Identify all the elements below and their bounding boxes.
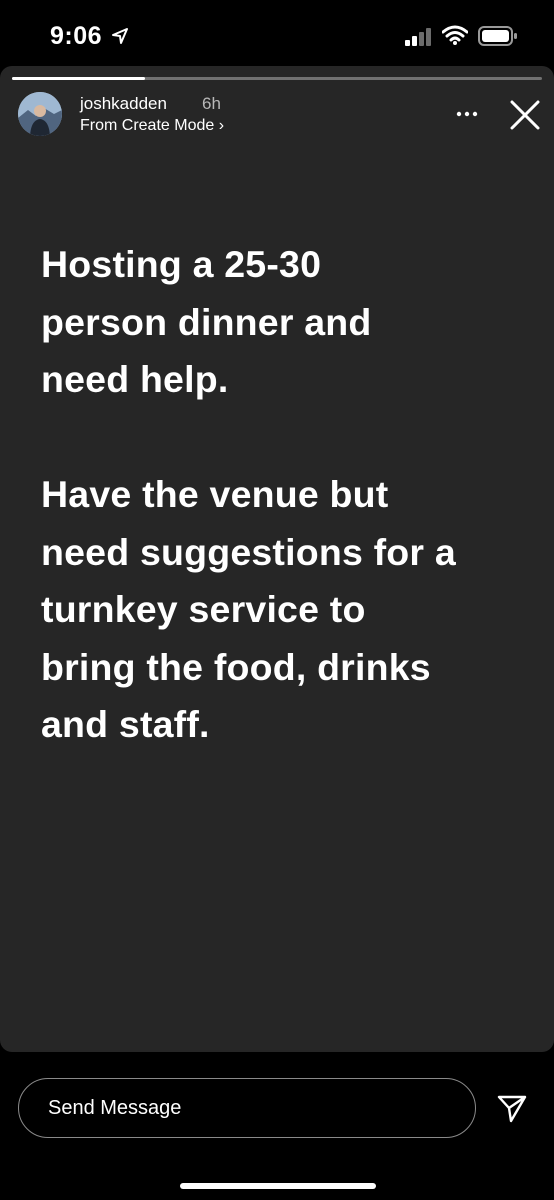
story-text: Hosting a 25-30 person dinner and need h… bbox=[41, 236, 531, 754]
story-paragraph: Hosting a 25-30 person dinner and need h… bbox=[41, 243, 372, 400]
send-message-placeholder: Send Message bbox=[48, 1097, 182, 1119]
story-time-ago: 6h bbox=[202, 94, 221, 113]
story-progress-bar bbox=[12, 77, 542, 80]
story-card[interactable]: joshkadden 6h From Create Mode › Hosting… bbox=[0, 66, 554, 1052]
more-horizontal-icon bbox=[456, 111, 478, 117]
home-indicator[interactable] bbox=[180, 1183, 376, 1189]
battery-icon bbox=[478, 26, 517, 46]
send-button[interactable] bbox=[496, 1092, 528, 1124]
more-options-button[interactable] bbox=[452, 102, 482, 126]
story-progress-fill bbox=[12, 77, 145, 80]
paper-plane-icon bbox=[497, 1095, 527, 1123]
send-message-input[interactable]: Send Message bbox=[18, 1078, 476, 1138]
create-mode-link[interactable]: From Create Mode › bbox=[80, 117, 224, 135]
story-username[interactable]: joshkadden bbox=[80, 94, 167, 114]
location-arrow-icon bbox=[112, 28, 128, 44]
close-button[interactable] bbox=[508, 98, 542, 132]
close-icon bbox=[510, 100, 540, 130]
wifi-icon bbox=[442, 25, 468, 45]
cellular-signal-icon bbox=[405, 28, 431, 46]
story-paragraph: Have the venue but need suggestions for … bbox=[41, 473, 456, 745]
avatar-photo-icon bbox=[18, 92, 62, 136]
avatar[interactable] bbox=[18, 92, 62, 136]
status-bar: 9:06 bbox=[0, 0, 554, 70]
status-time: 9:06 bbox=[50, 22, 103, 50]
